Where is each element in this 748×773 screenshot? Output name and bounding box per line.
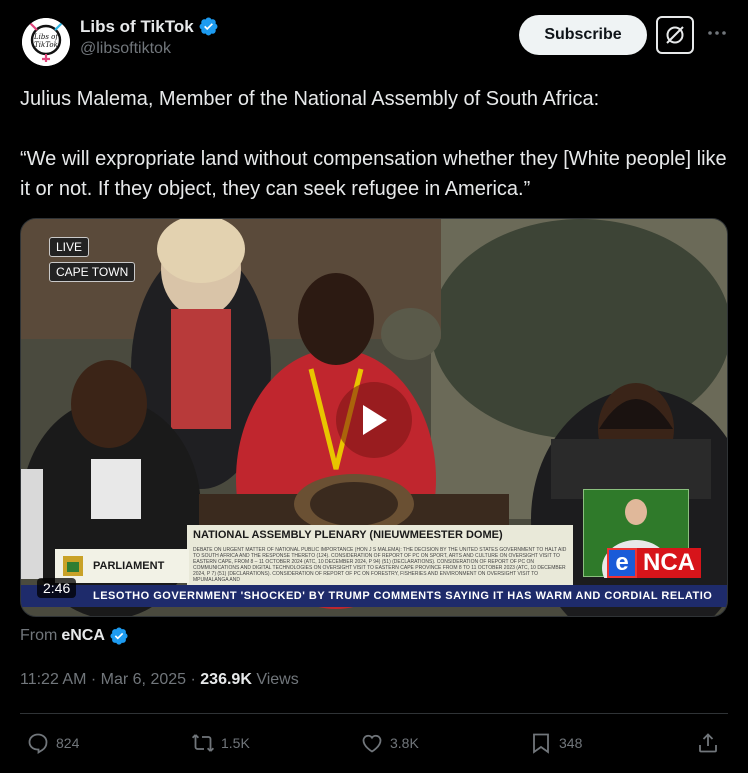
- from-label: From: [20, 627, 58, 644]
- verified-badge-icon: [199, 17, 218, 36]
- tweet-line-2: “We will expropriate land without compen…: [20, 148, 727, 200]
- location-badge: CAPE TOWN: [49, 262, 136, 282]
- like-button[interactable]: 3.8K: [360, 728, 419, 758]
- engagement-bar: 824 1.5K 3.8K 348: [20, 728, 728, 758]
- share-button[interactable]: [696, 728, 720, 758]
- repost-count: 1.5K: [221, 735, 250, 751]
- bookmark-icon: [533, 733, 549, 754]
- share-icon: [699, 733, 717, 753]
- avatar[interactable]: Libs of TikTok: [22, 18, 70, 66]
- repost-icon: [191, 734, 215, 752]
- lower-third-title: NATIONAL ASSEMBLY PLENARY (NIEUWMEESTER …: [193, 529, 503, 541]
- tweet-date[interactable]: Mar 6, 2025: [101, 671, 186, 688]
- tweet-time[interactable]: 11:22 AM: [20, 671, 86, 688]
- avatar-logo: Libs of TikTok: [22, 18, 70, 66]
- reply-count: 824: [56, 735, 80, 751]
- repost-button[interactable]: 1.5K: [191, 728, 250, 758]
- views-count: 236.9K: [200, 671, 252, 688]
- media-source: From eNCA: [20, 626, 129, 646]
- more-dots-icon: [708, 31, 726, 35]
- video-duration: 2:46: [37, 578, 77, 598]
- play-button[interactable]: [336, 382, 412, 458]
- svg-text:TikTok: TikTok: [34, 41, 58, 49]
- author-info: Libs of TikTok @libsoftiktok: [80, 16, 219, 58]
- bookmark-count: 348: [559, 735, 583, 751]
- enca-logo-nca: NCA: [637, 548, 701, 578]
- parliament-logo: PARLIAMENT: [55, 549, 189, 583]
- reply-icon: [28, 733, 48, 755]
- tweet-text: Julius Malema, Member of the National As…: [20, 84, 728, 204]
- more-icon[interactable]: [706, 22, 728, 44]
- enca-logo-e: e: [607, 548, 637, 578]
- svg-text:Libs of: Libs of: [33, 33, 59, 41]
- author-name-text[interactable]: Libs of TikTok: [80, 17, 194, 37]
- source-verified-icon: [110, 627, 128, 645]
- parliament-label: PARLIAMENT: [93, 560, 165, 572]
- enca-logo: e NCA: [607, 547, 709, 579]
- lower-third-body: DEBATE ON URGENT MATTER OF NATIONAL PUBL…: [193, 547, 567, 581]
- author-handle[interactable]: @libsoftiktok: [80, 40, 219, 58]
- live-badge: LIVE: [49, 237, 90, 257]
- tweet-meta: 11:22 AM · Mar 6, 2025 · 236.9K Views: [20, 671, 299, 688]
- grok-icon: [666, 26, 684, 44]
- subscribe-button[interactable]: Subscribe: [519, 15, 647, 55]
- divider: [20, 713, 728, 714]
- news-ticker: LESOTHO GOVERNMENT 'SHOCKED' BY TRUMP CO…: [21, 585, 727, 607]
- like-count: 3.8K: [390, 735, 419, 751]
- play-icon: [363, 405, 387, 435]
- author-display-name[interactable]: Libs of TikTok: [80, 16, 219, 37]
- reply-button[interactable]: 824: [26, 728, 79, 758]
- source-name[interactable]: eNCA: [61, 627, 105, 645]
- heart-icon: [362, 734, 382, 753]
- views-label: Views: [256, 671, 299, 688]
- video-player[interactable]: LIVE CAPE TOWN NATIONAL ASSEMBLY PLENARY…: [20, 218, 728, 617]
- tweet-header: Libs of TikTok Libs of TikTok @libsoftik…: [20, 14, 728, 70]
- parliament-emblem-icon: [63, 556, 83, 576]
- bookmark-button[interactable]: 348: [529, 728, 582, 758]
- lower-third-caption: NATIONAL ASSEMBLY PLENARY (NIEUWMEESTER …: [187, 525, 573, 585]
- grok-button[interactable]: [656, 16, 694, 54]
- tweet-line-1: Julius Malema, Member of the National As…: [20, 88, 600, 110]
